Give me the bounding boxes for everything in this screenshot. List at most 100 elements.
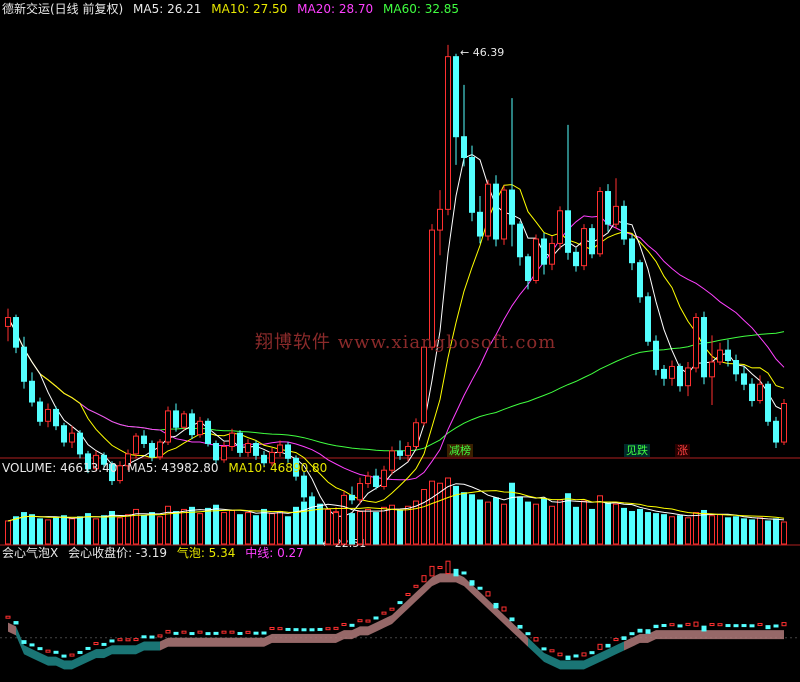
bubble-band-segment [128,645,136,655]
volume-panel-header: VOLUME: 46613.40 MA5: 43982.80 MA10: 468… [2,461,333,475]
indicator-candle [693,621,699,627]
volume-bar [757,517,763,545]
candle-body [741,373,747,385]
indicator-candle [589,651,595,655]
candle-body [221,445,227,461]
bubble-band-segment [264,633,272,647]
bubble-band-segment [192,637,200,647]
bubble-band-segment [40,652,48,666]
indicator-candle [685,622,691,626]
candle-body [533,238,539,281]
volume-bar [493,497,499,545]
volume-bar [261,508,267,545]
candle-body [653,340,659,370]
candle-body [69,432,75,443]
candle-body [205,420,211,445]
candle-body [285,444,291,459]
volume-bar [533,503,539,545]
indicator-candle [605,643,611,648]
candle-body [701,317,707,378]
candle-body [637,262,643,298]
volume-bar [117,517,123,545]
bubble-band-segment [376,618,384,632]
candle-body [693,317,699,369]
volume-bar [637,508,643,545]
volume-bar [125,514,131,545]
indicator-candle [333,626,339,630]
bubble-band-segment [288,633,296,643]
volume-bar [325,508,331,545]
candle-body [381,469,387,488]
candle-body [509,189,515,225]
volume-bar [589,508,595,545]
indicator-candle [405,592,411,596]
candle-body [29,380,35,403]
volume-bar [477,499,483,545]
indicator-candle [781,622,787,627]
indicator-bubble-readout: 气泡: 5.34 [176,546,236,560]
bubble-band-segment [440,573,448,583]
candle-body [301,475,307,498]
volume-bar [13,516,19,545]
candle-body [669,365,675,379]
indicator-candle [293,628,299,632]
bubble-band-segment [568,660,576,670]
indicator-candle [325,627,331,631]
volume-bar [229,509,235,545]
candle-body [397,450,403,456]
volume-bar [429,480,435,545]
volume-bar [709,515,715,545]
candle-body [149,443,155,458]
volume-bar [413,500,419,545]
volume-bar [557,499,563,545]
volume-bar [221,512,227,545]
candle-body [181,413,187,428]
bubble-band-segment [352,626,360,640]
volume-bar [581,500,587,545]
indicator-candle [213,631,219,635]
signal-tag-2: 见跌 [624,444,650,457]
volume-ma10-line [7,490,785,522]
candle-body [725,349,731,362]
candle-body [549,242,555,265]
ma60-readout: MA60: 32.85 [383,2,460,16]
indicator-panel-header: 会心气泡X 会心收盘价: -3.19 气泡: 5.34 中线: 0.27 [2,546,310,560]
bubble-band-segment [328,633,336,643]
indicator-candle [389,607,395,611]
volume-bar [341,507,347,545]
volume-bar [197,513,203,545]
bubble-band-segment [168,637,176,647]
volume-bar [621,507,627,545]
indicator-name: 会心气泡X [2,546,59,560]
ma5-readout: MA5: 26.21 [133,2,202,16]
indicator-candle [109,639,115,643]
indicator-candle [133,638,139,642]
indicator-candle [653,624,659,629]
bubble-band-segment [224,637,232,647]
indicator-candle [485,591,491,597]
indicator-candle [157,634,163,638]
candle-body [661,368,667,379]
candle-body [45,408,51,422]
bubble-band-segment [672,630,680,640]
bubble-band-segment [320,633,328,643]
indicator-candle [309,628,315,632]
volume-ma5-readout: MA5: 43982.80 [127,461,219,475]
indicator-candle [253,631,259,635]
candle-body [365,475,371,485]
volume-bar [613,503,619,545]
indicator-candle [741,624,747,628]
volume-bar [461,492,467,545]
indicator-candle [493,602,499,609]
indicator-candle [733,624,739,628]
indicator-candle [381,611,387,615]
candle-body [765,383,771,422]
bubble-band-segment [120,645,128,655]
volume-bar [421,489,427,545]
bubble-band-segment [640,633,648,643]
bubble-band-segment [152,641,160,651]
volume-bar [405,505,411,545]
volume-bar [245,512,251,545]
volume-bar [517,496,523,545]
bubble-band-segment [712,630,720,640]
